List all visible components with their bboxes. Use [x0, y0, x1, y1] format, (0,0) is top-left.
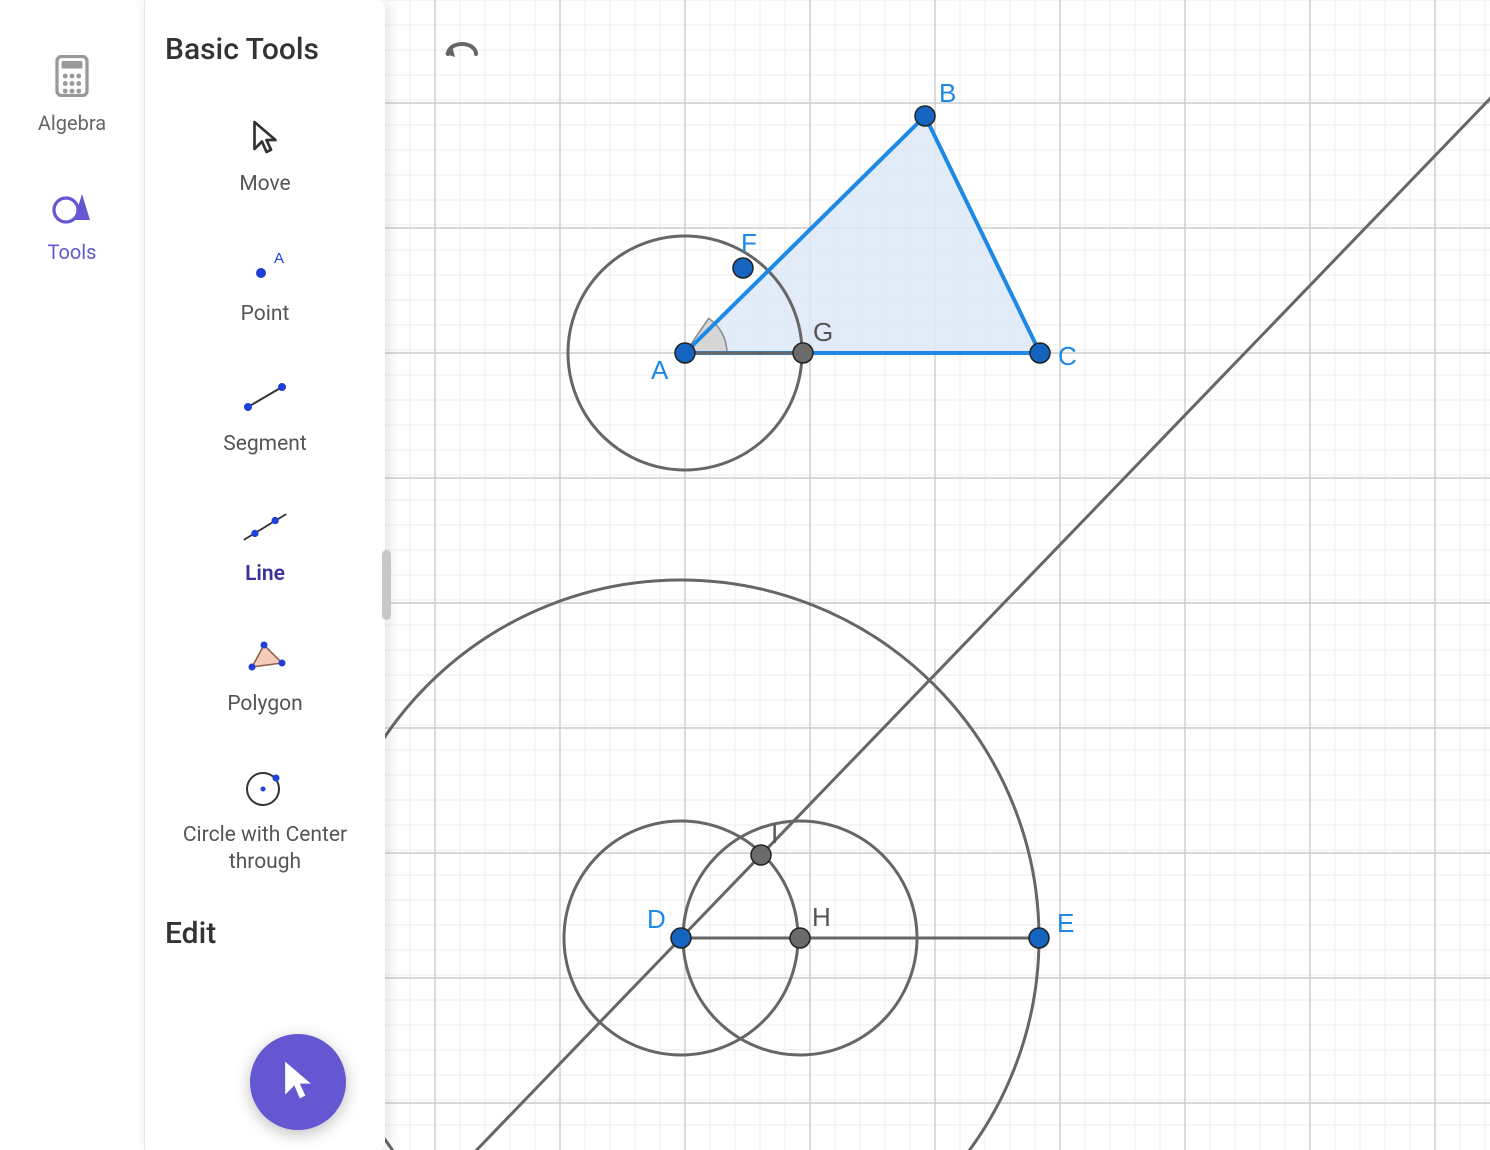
geometry-svg: A B C F G D E H I [385, 0, 1490, 1150]
polygon-icon [242, 634, 288, 680]
tool-label-circle: Circle with Center through [165, 822, 365, 877]
tools-icon [52, 190, 92, 230]
tool-line[interactable]: Line [165, 486, 365, 604]
nav-item-algebra[interactable]: Algebra [38, 55, 106, 135]
point-label-G: G [813, 317, 833, 347]
cursor-filled-icon [279, 1058, 317, 1106]
sidebar-nav: Algebra Tools [0, 0, 145, 1150]
point-label-B: B [939, 78, 956, 108]
point-label-D: D [647, 904, 666, 934]
section-edit: Edit [165, 916, 216, 951]
point-label-C: C [1058, 341, 1077, 371]
nav-label-algebra: Algebra [38, 111, 106, 135]
tool-circle[interactable]: Circle with Center through [165, 746, 365, 895]
tool-label-line: Line [245, 562, 285, 586]
undo-button[interactable] [440, 40, 482, 72]
tool-label-segment: Segment [223, 432, 306, 456]
tools-heading: Basic Tools [165, 30, 365, 71]
point-label-I: I [771, 819, 778, 849]
calculator-icon [53, 55, 91, 101]
tool-label-move: Move [239, 172, 290, 196]
scrollbar-thumb[interactable] [382, 550, 391, 620]
point-icon: A [242, 244, 288, 290]
tool-polygon[interactable]: Polygon [165, 616, 365, 734]
tool-label-point: Point [241, 302, 290, 326]
circle-icon [242, 764, 288, 810]
canvas[interactable]: A B C F G D E H I [385, 0, 1490, 1150]
segment-icon [242, 374, 288, 420]
svg-text:A: A [274, 251, 284, 267]
cursor-icon [242, 114, 288, 160]
fab-move[interactable] [250, 1034, 346, 1130]
tool-label-polygon: Polygon [227, 692, 302, 716]
point-label-A: A [651, 355, 669, 385]
nav-item-tools[interactable]: Tools [48, 190, 97, 264]
tools-panel: Basic Tools Move A Point [145, 0, 385, 1150]
tool-point[interactable]: A Point [165, 226, 365, 344]
tool-segment[interactable]: Segment [165, 356, 365, 474]
app-root: Algebra Tools Basic Tools Move [0, 0, 1490, 1150]
point-label-F: F [741, 228, 757, 258]
tool-move[interactable]: Move [165, 96, 365, 214]
nav-label-tools: Tools [48, 240, 97, 264]
point-label-H: H [812, 902, 831, 932]
tools-list: Move A Point [165, 96, 365, 952]
point-label-E: E [1057, 908, 1074, 938]
line-icon [242, 504, 288, 550]
